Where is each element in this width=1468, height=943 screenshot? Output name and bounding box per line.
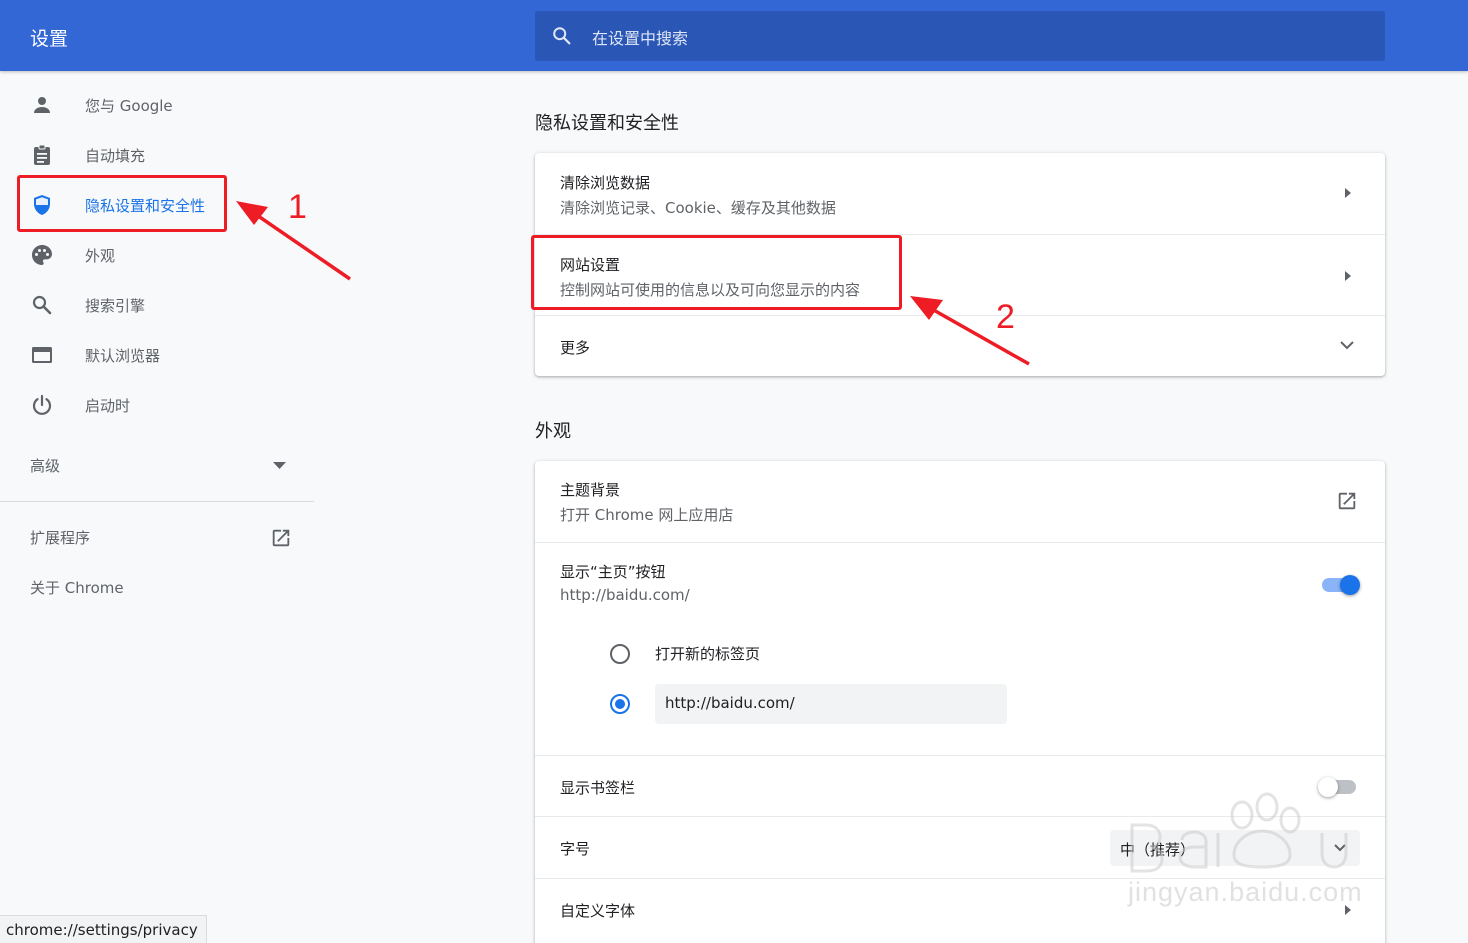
advanced-label: 高级 xyxy=(30,457,61,475)
clipboard-icon xyxy=(34,144,50,165)
chevron-right-icon xyxy=(1345,271,1351,281)
baidu-watermark: jingyan.baidu.com xyxy=(1122,785,1388,915)
page-title: 设置 xyxy=(30,28,69,50)
annotation-box-2 xyxy=(531,235,902,310)
radio-new-tab[interactable] xyxy=(610,644,630,664)
radio-custom-url[interactable] xyxy=(610,694,630,714)
home-button-toggle[interactable] xyxy=(1322,575,1360,595)
search-input[interactable]: 在设置中搜索 xyxy=(592,25,688,49)
theme-subtitle: 打开 Chrome 网上应用店 xyxy=(560,506,734,524)
sidebar-item-label: 搜索引擎 xyxy=(85,297,146,315)
about-label: 关于 Chrome xyxy=(30,579,124,597)
home-button-row: 显示“主页”按钮 http://baidu.com/ 打开新的标签页 http:… xyxy=(535,542,1385,755)
annotation-number-2: 2 xyxy=(996,298,1015,336)
privacy-section-title: 隐私设置和安全性 xyxy=(535,113,679,134)
person-icon xyxy=(34,97,50,113)
font-size-title: 字号 xyxy=(560,840,591,858)
sidebar-divider xyxy=(0,501,314,502)
annotation-arrow-2-icon xyxy=(910,296,1030,366)
sidebar-item-google[interactable]: 您与 Google xyxy=(0,81,314,131)
baidu-paw-logo-icon xyxy=(1130,792,1348,873)
watermark-text: jingyan.baidu.com xyxy=(1128,877,1363,907)
sidebar-advanced[interactable]: 高级 xyxy=(0,441,314,491)
sidebar-item-label: 启动时 xyxy=(85,397,131,415)
radio-new-tab-label: 打开新的标签页 xyxy=(655,645,761,663)
home-button-title: 显示“主页”按钮 xyxy=(560,563,666,581)
appearance-section-title: 外观 xyxy=(535,421,571,442)
sidebar-item-default-browser[interactable]: 默认浏览器 xyxy=(0,331,314,381)
home-url-input[interactable]: http://baidu.com/ xyxy=(655,684,1007,724)
home-button-subtitle: http://baidu.com/ xyxy=(560,586,690,604)
palette-icon xyxy=(32,245,52,265)
chevron-right-icon xyxy=(1345,188,1351,198)
sidebar-item-search-engine[interactable]: 搜索引擎 xyxy=(0,281,314,331)
clear-browsing-data-subtitle: 清除浏览记录、Cookie、缓存及其他数据 xyxy=(560,199,836,217)
extensions-label: 扩展程序 xyxy=(30,529,91,547)
annotation-number-1: 1 xyxy=(288,188,307,226)
header-bar: 设置 在设置中搜索 xyxy=(0,0,1468,71)
clear-browsing-data-row[interactable]: 清除浏览数据 清除浏览记录、Cookie、缓存及其他数据 xyxy=(535,153,1385,234)
search-icon xyxy=(32,295,52,315)
sidebar-item-label: 您与 Google xyxy=(85,97,173,115)
home-url-value: http://baidu.com/ xyxy=(665,694,795,712)
caret-down-icon xyxy=(273,462,286,469)
chevron-down-icon xyxy=(1340,341,1354,350)
toggle-knob xyxy=(1340,575,1360,595)
more-label: 更多 xyxy=(560,339,591,357)
settings-search[interactable]: 在设置中搜索 xyxy=(535,11,1385,61)
status-bar-url: chrome://settings/privacy xyxy=(0,915,207,943)
clear-browsing-data-title: 清除浏览数据 xyxy=(560,174,651,192)
annotation-box-1 xyxy=(17,175,227,232)
sidebar-item-startup[interactable]: 启动时 xyxy=(0,381,314,431)
theme-title: 主题背景 xyxy=(560,481,621,499)
sidebar-item-label: 外观 xyxy=(85,247,116,265)
sidebar-extensions[interactable]: 扩展程序 xyxy=(0,513,314,563)
theme-row[interactable]: 主题背景 打开 Chrome 网上应用店 xyxy=(535,461,1385,542)
browser-icon xyxy=(32,347,52,363)
open-in-new-icon xyxy=(272,529,290,547)
sidebar-item-autofill[interactable]: 自动填充 xyxy=(0,131,314,181)
custom-fonts-title: 自定义字体 xyxy=(560,902,636,920)
sidebar-item-label: 默认浏览器 xyxy=(85,347,161,365)
open-in-new-icon xyxy=(1338,492,1356,510)
bookmarks-bar-title: 显示书签栏 xyxy=(560,779,636,797)
power-icon xyxy=(32,394,52,415)
sidebar-about-chrome[interactable]: 关于 Chrome xyxy=(0,563,314,613)
search-icon xyxy=(553,27,571,45)
sidebar-item-label: 自动填充 xyxy=(85,147,146,165)
